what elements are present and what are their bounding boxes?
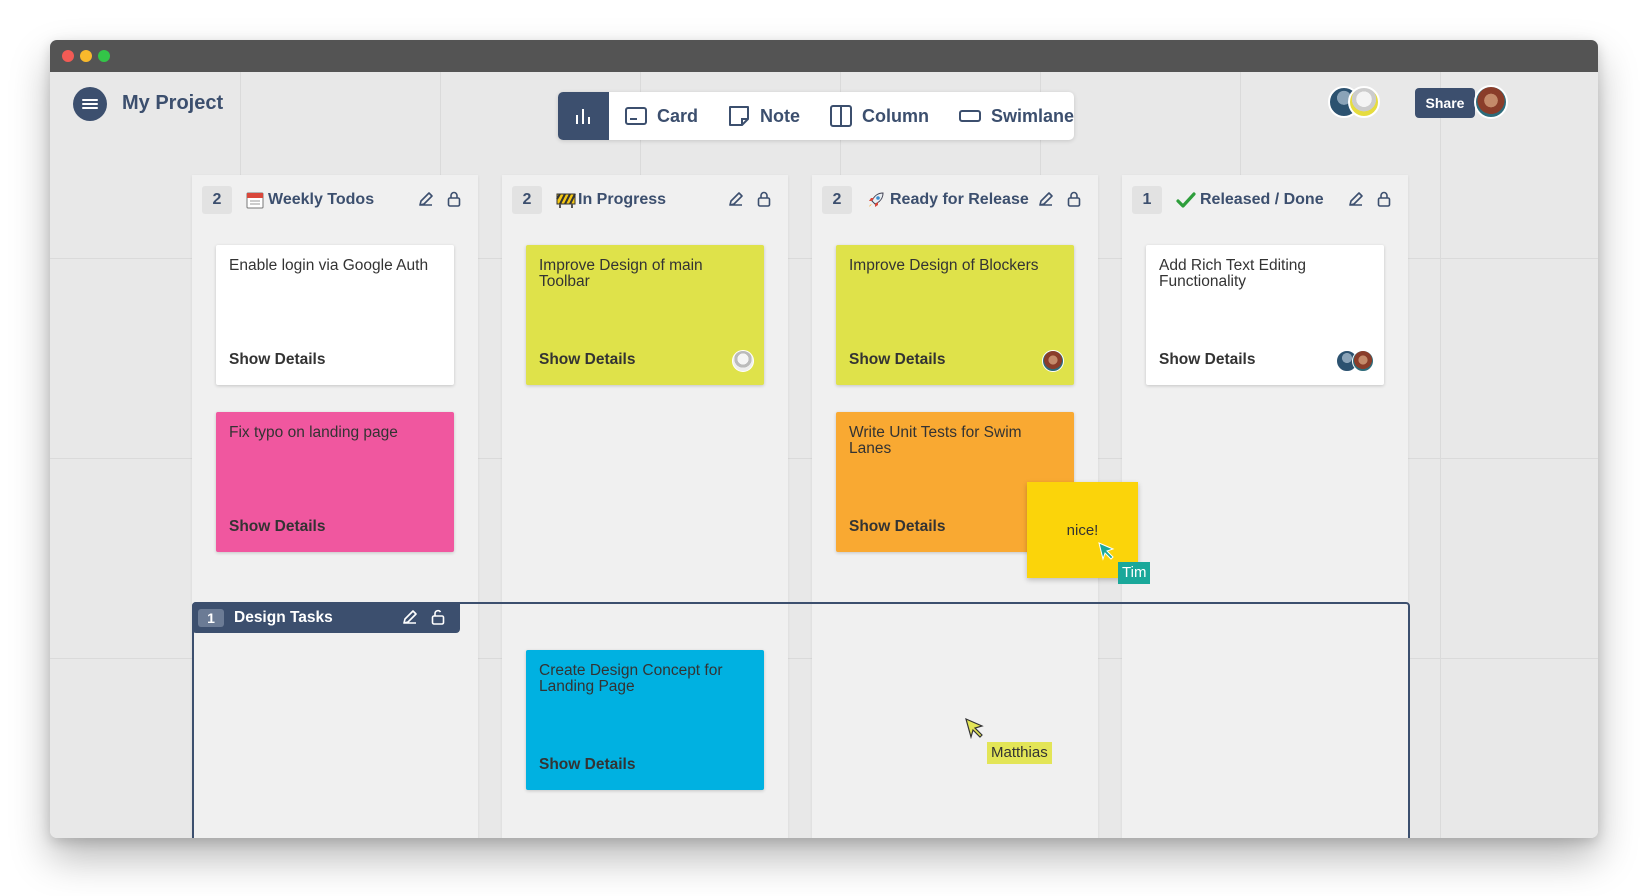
card[interactable]: Create Design Concept for Landing Page S… (526, 650, 764, 790)
column-header: 1 Released / Done (1132, 185, 1398, 215)
show-details-link[interactable]: Show Details (1159, 351, 1255, 369)
column-title: In Progress (578, 191, 667, 208)
assignee-avatar[interactable] (1352, 350, 1374, 372)
card[interactable]: Improve Design of main Toolbar Show Deta… (526, 245, 764, 385)
lock-icon[interactable] (446, 191, 462, 207)
assignee-avatar[interactable] (732, 350, 754, 372)
toolbar-select-button[interactable] (558, 92, 609, 140)
column-header: 2 Ready for Release (822, 185, 1088, 215)
note-text: nice! (1066, 521, 1099, 539)
show-details-link[interactable]: Show Details (539, 756, 635, 774)
rocket-icon (866, 190, 886, 210)
unlock-icon[interactable] (430, 609, 446, 625)
toolbar-column-label: Column (861, 105, 929, 126)
column-header: 2 In Progress (512, 185, 778, 215)
card-title: Create Design Concept for Landing Page (539, 662, 723, 695)
swimlane-design-tasks[interactable]: 1 Design Tasks Create Design Concept for… (192, 602, 1410, 838)
chart-bars-icon (576, 109, 591, 124)
card-icon (624, 107, 647, 125)
edit-icon[interactable] (728, 191, 744, 207)
show-details-link[interactable]: Show Details (229, 518, 325, 536)
card[interactable]: Enable login via Google Auth Show Detail… (216, 245, 454, 385)
swimlane-header: 1 Design Tasks (192, 602, 460, 633)
checkmark-icon (1176, 191, 1196, 209)
card[interactable]: Improve Design of Blockers Show Details (836, 245, 1074, 385)
card[interactable]: Fix typo on landing page Show Details (216, 412, 454, 552)
close-window-button[interactable] (62, 50, 74, 62)
app-window: My Project Card Note Column Swimlane Sha… (50, 40, 1598, 838)
lock-icon[interactable] (1376, 191, 1392, 207)
hamburger-icon (82, 97, 98, 111)
card-assignees (1336, 350, 1374, 372)
card-title: Improve Design of main Toolbar (539, 257, 703, 290)
cursor-label-tim: Tim (1118, 562, 1151, 584)
toolbar-card-label: Card (656, 105, 698, 126)
collaborator-avatar[interactable] (1348, 86, 1380, 118)
toolbar-column-button[interactable]: Column (829, 92, 929, 140)
card-assignees (1042, 350, 1064, 372)
card-title: Write Unit Tests for Swim Lanes (849, 424, 1022, 457)
share-button[interactable]: Share (1415, 88, 1475, 118)
cursor-arrow-icon (965, 717, 984, 739)
column-header: 2 Weekly Todos (202, 185, 468, 215)
create-toolbar: Card Note Column Swimlane (558, 92, 1074, 140)
card-title: Fix typo on landing page (229, 424, 398, 441)
toolbar-note-label: Note (759, 105, 800, 126)
column-card-count: 2 (822, 186, 852, 214)
cursor-arrow-icon (1098, 542, 1115, 561)
swimlane-icon (958, 110, 981, 122)
edit-icon[interactable] (402, 609, 418, 625)
card[interactable]: Add Rich Text Editing Functionality Show… (1146, 245, 1384, 385)
window-titlebar (50, 40, 1598, 72)
edit-icon[interactable] (1348, 191, 1364, 207)
board-canvas[interactable]: My Project Card Note Column Swimlane Sha… (50, 72, 1598, 838)
note-icon (728, 106, 749, 126)
lock-icon[interactable] (756, 191, 772, 207)
menu-button[interactable] (73, 87, 107, 121)
toolbar-swimlane-label: Swimlane (990, 105, 1074, 126)
column-icon (829, 105, 852, 127)
card-title: Enable login via Google Auth (229, 257, 429, 274)
column-card-count: 2 (512, 186, 542, 214)
cursor-label-matthias: Matthias (987, 742, 1052, 764)
edit-icon[interactable] (1038, 191, 1054, 207)
project-title: My Project (122, 92, 224, 114)
minimize-window-button[interactable] (80, 50, 92, 62)
show-details-link[interactable]: Show Details (229, 351, 325, 369)
maximize-window-button[interactable] (98, 50, 110, 62)
card-title: Add Rich Text Editing Functionality (1159, 257, 1307, 290)
column-title: Ready for Release (890, 191, 1029, 208)
user-avatar[interactable] (1474, 85, 1508, 119)
calendar-icon (246, 191, 264, 209)
card-title: Improve Design of Blockers (849, 257, 1039, 274)
column-title: Weekly Todos (268, 191, 375, 208)
toolbar-swimlane-button[interactable]: Swimlane (958, 92, 1074, 140)
toolbar-card-button[interactable]: Card (624, 92, 698, 140)
show-details-link[interactable]: Show Details (849, 518, 945, 536)
show-details-link[interactable]: Show Details (539, 351, 635, 369)
swimlane-title: Design Tasks (234, 608, 333, 626)
column-card-count: 1 (1132, 186, 1162, 214)
swimlane-card-count: 1 (198, 608, 224, 627)
construction-icon (556, 191, 576, 209)
edit-icon[interactable] (418, 191, 434, 207)
show-details-link[interactable]: Show Details (849, 351, 945, 369)
assignee-avatar[interactable] (1042, 350, 1064, 372)
column-title: Released / Done (1200, 191, 1324, 208)
lock-icon[interactable] (1066, 191, 1082, 207)
card-assignees (732, 350, 754, 372)
toolbar-note-button[interactable]: Note (728, 92, 800, 140)
column-card-count: 2 (202, 186, 232, 214)
